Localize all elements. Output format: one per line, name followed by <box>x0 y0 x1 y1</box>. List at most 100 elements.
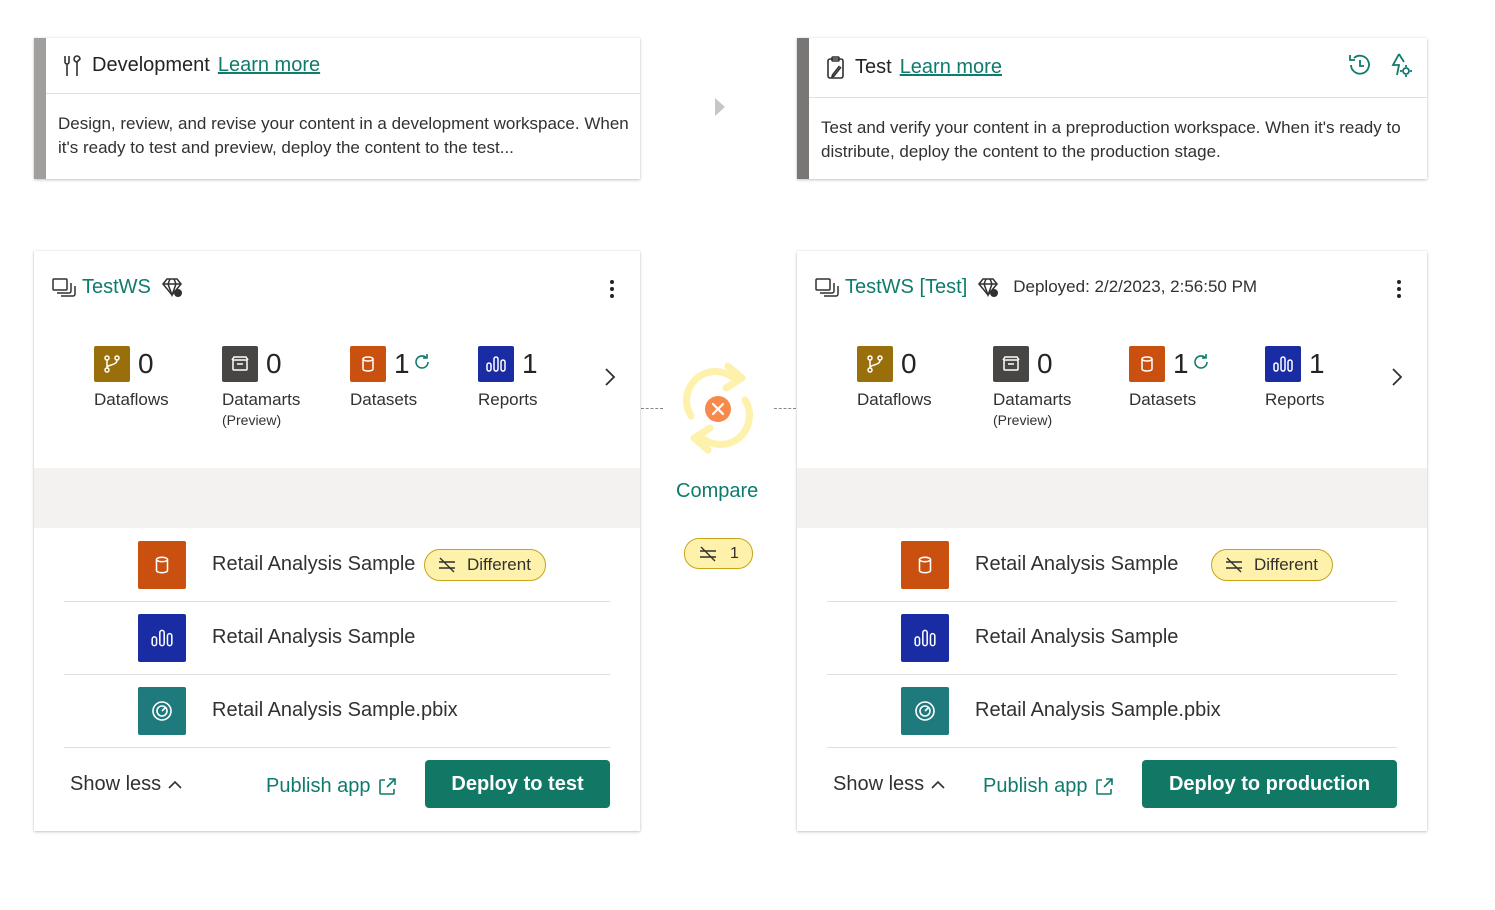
count-value: 0 <box>1037 348 1053 379</box>
workspace-divider-band <box>797 468 1427 528</box>
item-name: Retail Analysis Sample <box>975 626 1179 648</box>
difference-count-badge[interactable]: 1 <box>684 538 753 569</box>
count-value: 0 <box>901 348 917 379</box>
datamarts-count[interactable]: 0 Datamarts (Preview) <box>993 346 1071 428</box>
workspace-icon <box>815 277 839 297</box>
item-name: Retail Analysis Sample.pbix <box>975 699 1221 721</box>
list-item[interactable]: Retail Analysis Sample.pbix <box>64 675 610 748</box>
item-counts: 0 Dataflows 0 Datamarts (Preview) 1 Data… <box>857 346 1337 446</box>
show-less-button[interactable]: Show less <box>833 773 946 796</box>
deployment-rules-icon[interactable] <box>1387 52 1413 83</box>
count-label: Reports <box>1265 390 1325 409</box>
workspace-summary: TestWS [Test] Deployed: 2/2/2023, 2:56:5… <box>797 251 1427 468</box>
workspace-name-link[interactable]: TestWS <box>82 276 151 299</box>
stage-title: Development <box>92 54 210 76</box>
clipboard-icon <box>825 55 847 81</box>
connector-line-left <box>641 408 663 409</box>
workspace-title-row: TestWS [Test] Deployed: 2/2/2023, 2:56:5… <box>815 273 1257 301</box>
count-label: Datasets <box>1129 390 1197 409</box>
workspace-footer: Show less Publish app Deploy to producti… <box>797 759 1427 809</box>
list-item[interactable]: Retail Analysis Sample Different <box>64 529 610 602</box>
learn-more-link[interactable]: Learn more <box>218 54 320 77</box>
reports-count[interactable]: 1 Reports <box>1265 346 1325 410</box>
count-label: Reports <box>478 390 538 409</box>
list-item[interactable]: Retail Analysis Sample Different <box>827 529 1397 602</box>
not-equal-icon <box>439 557 455 573</box>
stage-header: Test Learn more <box>809 38 1427 98</box>
count-value: 0 <box>138 348 154 379</box>
datamart-icon <box>222 346 258 382</box>
report-icon <box>901 614 949 662</box>
different-badge[interactable]: Different <box>1211 549 1333 581</box>
compare-link[interactable]: Compare <box>676 480 758 503</box>
datamart-icon <box>993 346 1029 382</box>
publish-app-link[interactable]: Publish app <box>983 775 1114 798</box>
count-label: Dataflows <box>857 390 932 409</box>
workspace-title-row: TestWS <box>52 273 183 301</box>
learn-more-link[interactable]: Learn more <box>900 56 1002 79</box>
refresh-icon <box>1191 352 1211 377</box>
count-value: 1 <box>1309 348 1325 379</box>
deploy-to-production-button[interactable]: Deploy to production <box>1142 760 1397 808</box>
badge-label: Different <box>467 555 531 574</box>
deploy-to-test-button[interactable]: Deploy to test <box>425 760 610 808</box>
item-name: Retail Analysis Sample <box>975 553 1179 575</box>
count-sublabel: (Preview) <box>993 412 1053 428</box>
test-workspace-card: TestWS [Test] Deployed: 2/2/2023, 2:56:5… <box>797 251 1427 831</box>
stage-title: Test <box>855 56 892 78</box>
stage-description: Design, review, and revise your content … <box>58 114 629 157</box>
reports-count[interactable]: 1 Reports <box>478 346 538 410</box>
difference-count: 1 <box>730 544 739 562</box>
history-icon[interactable] <box>1347 52 1373 83</box>
dataflows-count[interactable]: 0 Dataflows <box>94 346 169 410</box>
compare-sync-icon[interactable] <box>676 358 760 463</box>
datamarts-count[interactable]: 0 Datamarts (Preview) <box>222 346 300 428</box>
count-value: 1 <box>1173 348 1189 379</box>
chevron-up-icon <box>168 780 182 789</box>
list-item[interactable]: Retail Analysis Sample.pbix <box>827 675 1397 748</box>
refresh-icon <box>412 352 432 377</box>
different-badge[interactable]: Different <box>424 549 546 581</box>
dataflow-icon <box>94 346 130 382</box>
not-equal-icon <box>1226 557 1242 573</box>
more-options-icon[interactable] <box>1389 277 1409 303</box>
stage-header: Development Learn more <box>46 38 640 94</box>
tools-icon <box>62 54 84 78</box>
deployed-timestamp: Deployed: 2/2/2023, 2:56:50 PM <box>1013 277 1258 296</box>
count-label: Datamarts <box>222 390 301 409</box>
count-label: Datamarts <box>993 390 1072 409</box>
show-less-button[interactable]: Show less <box>70 773 183 796</box>
more-options-icon[interactable] <box>602 277 622 303</box>
publish-app-link[interactable]: Publish app <box>266 775 397 798</box>
workspace-name-link[interactable]: TestWS [Test] <box>845 276 967 299</box>
dataflow-icon <box>857 346 893 382</box>
show-less-label: Show less <box>833 773 925 795</box>
dataset-icon <box>350 346 386 382</box>
datasets-count[interactable]: 1 Datasets <box>350 346 432 410</box>
chevron-right-icon[interactable] <box>1391 367 1407 387</box>
list-item[interactable]: Retail Analysis Sample <box>827 602 1397 675</box>
count-value: 1 <box>394 348 410 379</box>
external-link-icon <box>378 777 396 795</box>
badge-label: Different <box>1254 555 1318 574</box>
development-stage-card: Development Learn more Design, review, a… <box>34 38 640 179</box>
count-sublabel: (Preview) <box>222 412 282 428</box>
test-stage-card: Test Learn more Test and verify your con… <box>797 38 1427 179</box>
dataflows-count[interactable]: 0 Dataflows <box>857 346 932 410</box>
workspace-items-list: Retail Analysis Sample Different Retail … <box>827 529 1397 748</box>
item-name: Retail Analysis Sample.pbix <box>212 699 458 721</box>
stage-color-bar <box>34 38 46 179</box>
dataset-icon <box>901 541 949 589</box>
external-link-icon <box>1095 777 1113 795</box>
chevron-right-icon[interactable] <box>604 367 620 387</box>
datasets-count[interactable]: 1 Datasets <box>1129 346 1211 410</box>
premium-diamond-icon <box>977 276 999 298</box>
list-item[interactable]: Retail Analysis Sample <box>64 602 610 675</box>
workspace-footer: Show less Publish app Deploy to test <box>34 759 640 809</box>
stage-arrow-icon <box>713 98 727 121</box>
show-less-label: Show less <box>70 773 162 795</box>
dataset-icon <box>138 541 186 589</box>
item-name: Retail Analysis Sample <box>212 553 416 575</box>
not-equal-icon <box>700 546 717 561</box>
dashboard-icon <box>901 687 949 735</box>
